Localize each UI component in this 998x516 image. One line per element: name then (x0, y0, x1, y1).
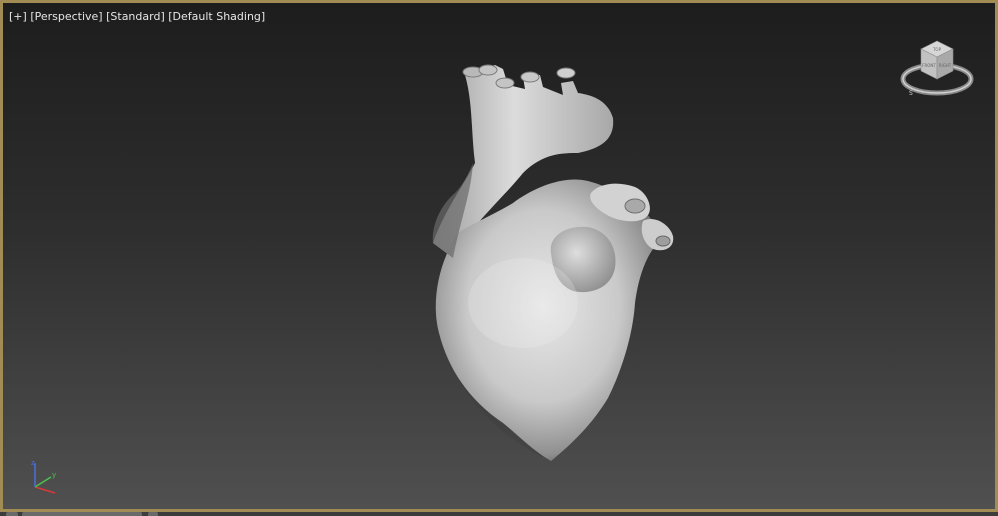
vessel-opening (556, 67, 576, 79)
bottom-tab[interactable] (148, 512, 158, 516)
surface-highlight (468, 258, 578, 348)
bottom-tab[interactable] (22, 512, 142, 516)
viewcube-front-label: FRONT (922, 63, 936, 68)
vessel-opening (624, 198, 646, 214)
bottom-tab[interactable] (6, 512, 18, 516)
viewcube[interactable]: TOP FRONT RIGHT S (899, 35, 975, 105)
axis-y (34, 476, 52, 488)
axis-x (34, 486, 56, 494)
heart-model[interactable] (3, 3, 995, 509)
vessel-opening (478, 64, 498, 76)
viewcube-compass-s: S (909, 90, 913, 97)
perspective-viewport[interactable]: [+] [Perspective] [Standard] [Default Sh… (0, 0, 998, 512)
axis-y-label: y (52, 471, 56, 479)
vessel-opening (520, 71, 540, 83)
axis-z-label: z (31, 459, 35, 467)
viewcube-top-label: TOP (932, 47, 942, 52)
vessel-opening (655, 235, 671, 247)
bottom-tab-strip (0, 512, 998, 516)
axis-tripod: z y (31, 459, 56, 494)
vessel-opening (495, 77, 515, 89)
viewcube-right-label: RIGHT (939, 63, 952, 68)
